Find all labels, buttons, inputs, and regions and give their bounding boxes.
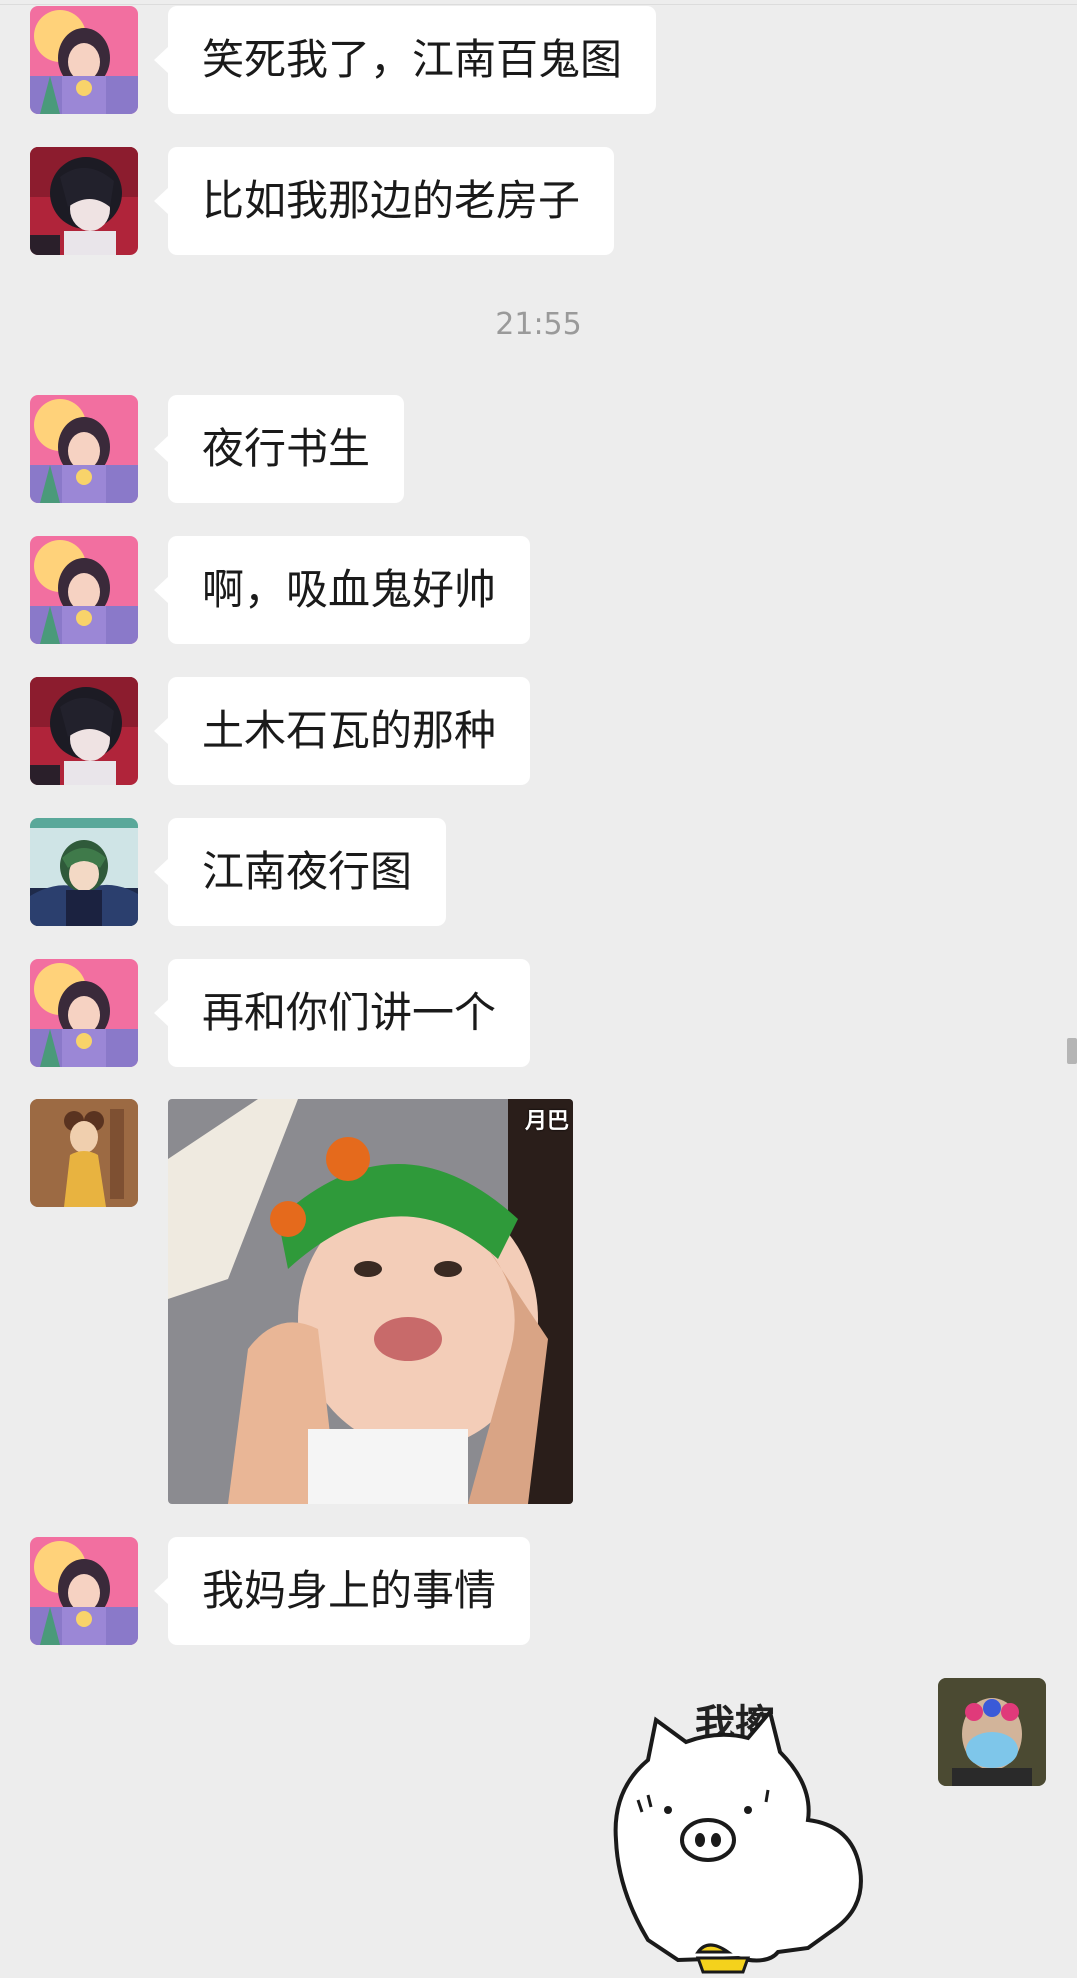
golden-girl-avatar-icon[interactable] bbox=[30, 1099, 138, 1207]
dark-hair-boy-avatar-icon[interactable] bbox=[30, 677, 138, 785]
message-text: 比如我那边的老房子 bbox=[202, 176, 581, 225]
anime-girl-avatar-icon[interactable] bbox=[30, 395, 138, 503]
timestamp: 21:55 bbox=[495, 307, 582, 342]
message-text: 笑死我了，江南百鬼图 bbox=[202, 35, 623, 84]
anime-girl-avatar-icon[interactable] bbox=[30, 959, 138, 1067]
message-text: 夜行书生 bbox=[202, 424, 371, 473]
masked-face-avatar-icon[interactable] bbox=[938, 1678, 1046, 1786]
message-text: 江南夜行图 bbox=[202, 847, 413, 896]
dark-hair-boy-avatar-icon[interactable] bbox=[30, 147, 138, 255]
baby-photo[interactable]: 月巴 bbox=[168, 1099, 573, 1504]
message-text: 再和你们讲一个 bbox=[202, 988, 497, 1037]
divider bbox=[0, 4, 1077, 5]
message-bubble[interactable]: 比如我那边的老房子 bbox=[153, 147, 615, 255]
message-bubble[interactable]: 再和你们讲一个 bbox=[153, 959, 531, 1067]
message-text: 土木石瓦的那种 bbox=[202, 706, 497, 755]
photo-watermark: 月巴 bbox=[524, 1109, 569, 1134]
message-bubble[interactable]: 土木石瓦的那种 bbox=[153, 677, 531, 785]
message-text: 啊，吸血鬼好帅 bbox=[202, 565, 497, 614]
message-bubble[interactable]: 笑死我了，江南百鬼图 bbox=[153, 6, 657, 114]
scrollbar-handle[interactable] bbox=[1067, 1038, 1077, 1064]
green-hair-boy-avatar-icon[interactable] bbox=[30, 818, 138, 926]
anime-girl-avatar-icon[interactable] bbox=[30, 536, 138, 644]
message-bubble[interactable]: 夜行书生 bbox=[153, 395, 405, 503]
anime-girl-avatar-icon[interactable] bbox=[30, 1537, 138, 1645]
message-bubble[interactable]: 啊，吸血鬼好帅 bbox=[153, 536, 531, 644]
message-bubble[interactable]: 我妈身上的事情 bbox=[153, 1537, 531, 1645]
pig-sticker-icon[interactable] bbox=[608, 1690, 878, 1978]
message-bubble[interactable]: 江南夜行图 bbox=[153, 818, 447, 926]
anime-girl-avatar-icon[interactable] bbox=[30, 6, 138, 114]
chat-window: 笑死我了，江南百鬼图 比如我那边的老房子 21:55 夜行书生 啊，吸血鬼好帅 … bbox=[0, 0, 1077, 1978]
message-text: 我妈身上的事情 bbox=[202, 1566, 497, 1615]
